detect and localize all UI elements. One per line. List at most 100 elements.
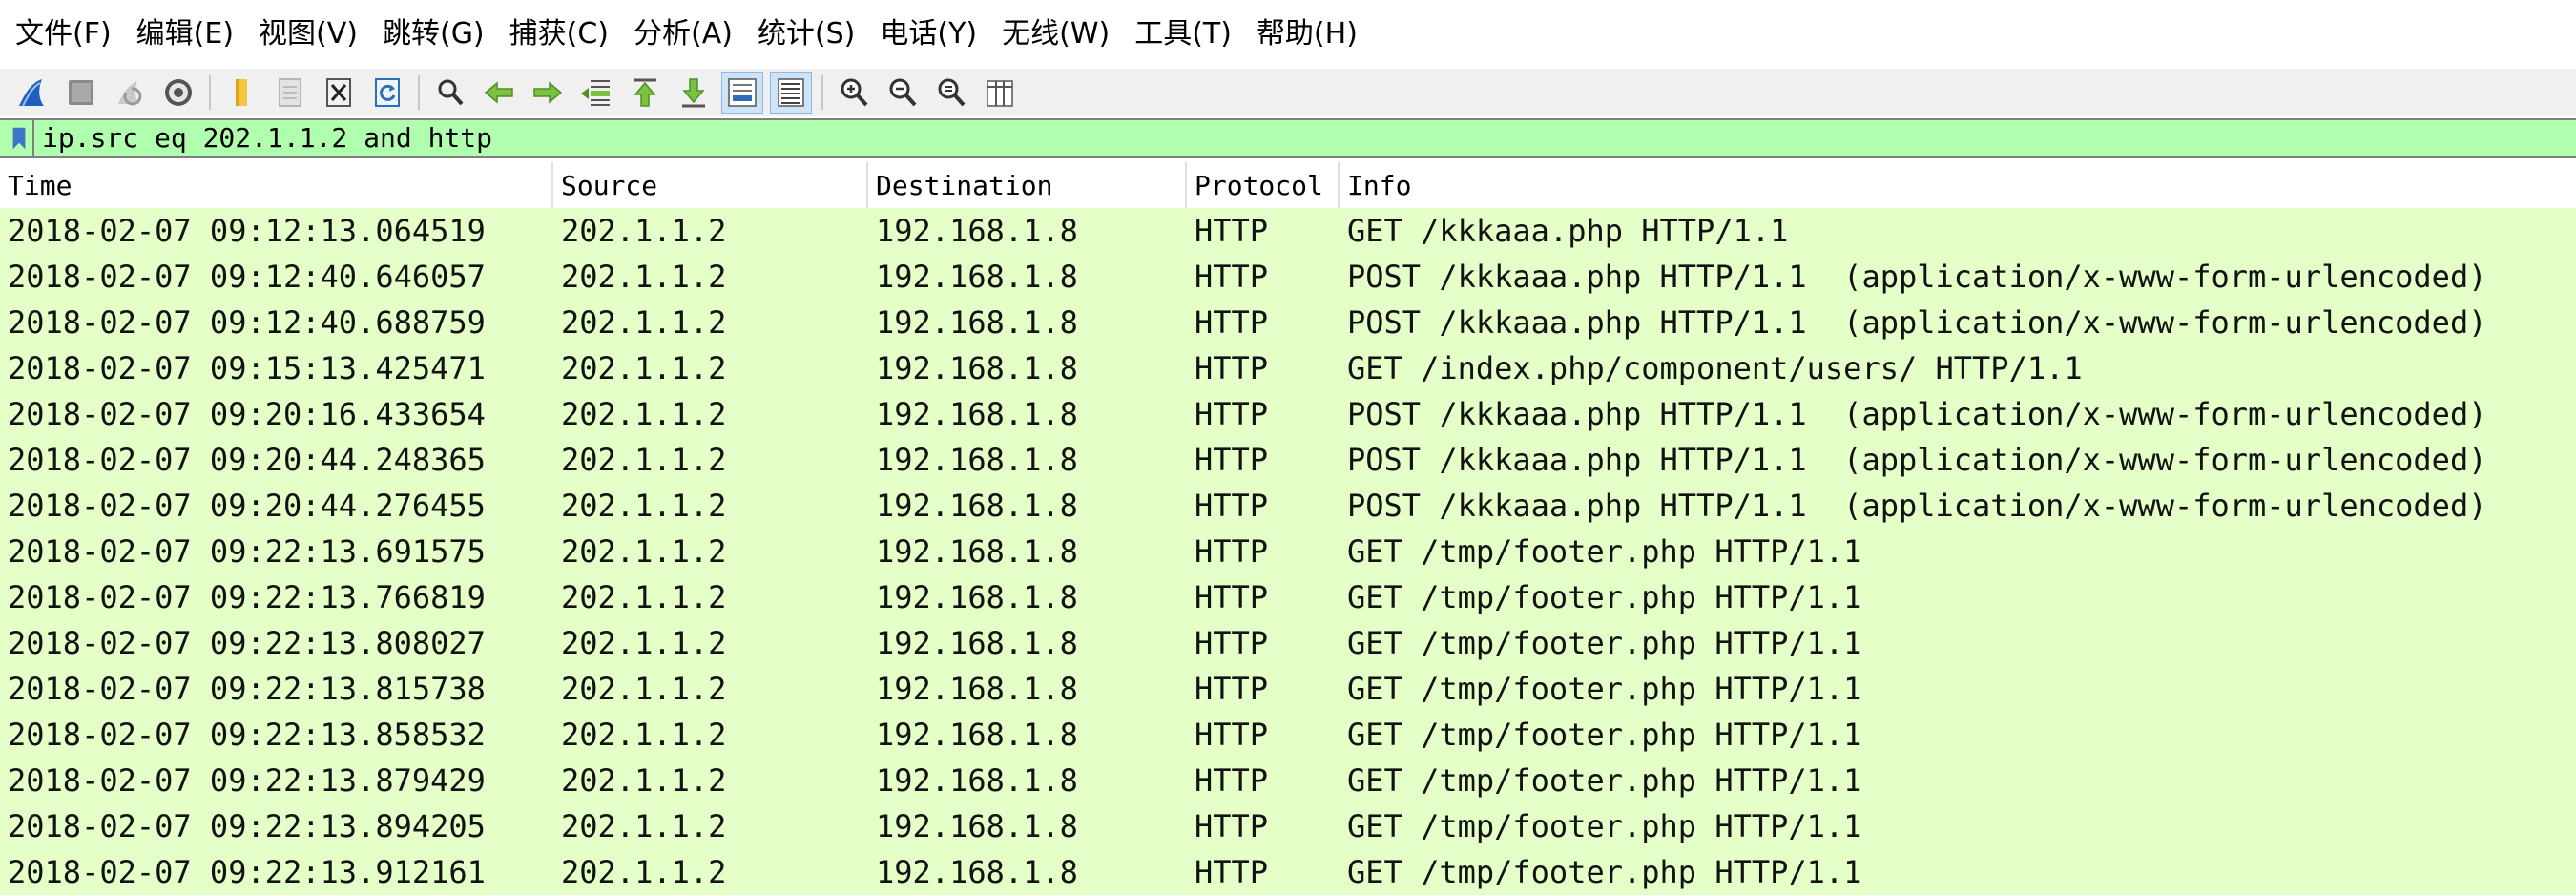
column-header-destination[interactable]: Destination — [868, 162, 1187, 208]
toolbar-separator — [418, 75, 420, 110]
menu-view[interactable]: 视图(V) — [247, 0, 371, 69]
packet-destination: 192.168.1.8 — [876, 488, 1078, 524]
packet-protocol: HTTP — [1195, 488, 1269, 524]
packet-protocol: HTTP — [1195, 213, 1269, 249]
menu-tools[interactable]: 工具(T) — [1123, 0, 1245, 69]
zoom-in-icon[interactable] — [833, 72, 875, 114]
stop-capture-icon[interactable] — [60, 72, 102, 114]
reload-file-icon[interactable] — [366, 72, 408, 114]
capture-options-icon[interactable] — [157, 72, 199, 114]
normal-size-icon[interactable] — [930, 72, 972, 114]
packet-row[interactable]: 2018-02-07 09:20:44.248365 202.1.1.2 192.1… — [0, 437, 2576, 483]
menu-statistics[interactable]: 统计(S) — [746, 0, 868, 69]
packet-destination: 192.168.1.8 — [876, 717, 1078, 753]
main-toolbar — [0, 69, 2576, 116]
menu-go[interactable]: 跳转(G) — [371, 0, 498, 69]
open-file-icon[interactable] — [220, 72, 262, 114]
packet-protocol: HTTP — [1195, 259, 1269, 295]
packet-protocol: HTTP — [1195, 533, 1269, 570]
packet-protocol: HTTP — [1195, 854, 1269, 890]
menu-wireless[interactable]: 无线(W) — [990, 0, 1123, 69]
menu-edit[interactable]: 编辑(E) — [125, 0, 247, 69]
packet-row[interactable]: 2018-02-07 09:22:13.766819 202.1.1.2 192.1… — [0, 574, 2576, 620]
toolbar-separator — [821, 75, 823, 110]
display-filter-input[interactable]: ip.src eq 202.1.1.2 and http — [34, 120, 492, 156]
zoom-out-icon[interactable] — [882, 72, 924, 114]
packet-info: GET /tmp/footer.php HTTP/1.1 — [1347, 854, 1862, 890]
packet-row[interactable]: 2018-02-07 09:12:40.688759 202.1.1.2 192.1… — [0, 300, 2576, 345]
packet-time: 2018-02-07 09:22:13.808027 — [8, 625, 486, 661]
packet-source: 202.1.1.2 — [561, 854, 727, 890]
auto-scroll-icon[interactable] — [721, 72, 763, 114]
display-filter-bar: ip.src eq 202.1.1.2 and http — [0, 118, 2576, 158]
packet-source: 202.1.1.2 — [561, 396, 727, 432]
packet-time: 2018-02-07 09:22:13.879429 — [8, 762, 486, 799]
packet-source: 202.1.1.2 — [561, 304, 727, 341]
packet-time: 2018-02-07 09:12:13.064519 — [8, 213, 486, 249]
packet-row[interactable]: 2018-02-07 09:15:13.425471 202.1.1.2 192.1… — [0, 345, 2576, 391]
packet-source: 202.1.1.2 — [561, 671, 727, 707]
packet-protocol: HTTP — [1195, 671, 1269, 707]
restart-capture-icon[interactable] — [109, 72, 151, 114]
go-to-packet-icon[interactable] — [575, 72, 617, 114]
menu-analyze[interactable]: 分析(A) — [622, 0, 746, 69]
save-file-icon[interactable] — [269, 72, 311, 114]
go-last-packet-icon[interactable] — [673, 72, 715, 114]
packet-protocol: HTTP — [1195, 762, 1269, 799]
packet-row[interactable]: 2018-02-07 09:20:16.433654 202.1.1.2 192.1… — [0, 391, 2576, 437]
packet-time: 2018-02-07 09:22:13.815738 — [8, 671, 486, 707]
packet-time: 2018-02-07 09:22:13.691575 — [8, 533, 486, 570]
packet-list-header: Time Source Destination Protocol Info — [0, 162, 2576, 209]
packet-info: GET /tmp/footer.php HTTP/1.1 — [1347, 533, 1862, 570]
packet-source: 202.1.1.2 — [561, 213, 727, 249]
bookmark-icon[interactable] — [6, 120, 34, 156]
packet-protocol: HTTP — [1195, 625, 1269, 661]
packet-row[interactable]: 2018-02-07 09:22:13.691575 202.1.1.2 192.1… — [0, 529, 2576, 574]
column-header-source[interactable]: Source — [553, 162, 868, 208]
close-file-icon[interactable] — [318, 72, 360, 114]
packet-info: GET /tmp/footer.php HTTP/1.1 — [1347, 717, 1862, 753]
packet-row[interactable]: 2018-02-07 09:22:13.858532 202.1.1.2 192.1… — [0, 712, 2576, 758]
wireshark-window: 文件(F) 编辑(E) 视图(V) 跳转(G) 捕获(C) 分析(A) 统计(S… — [0, 0, 2576, 895]
menu-bar: 文件(F) 编辑(E) 视图(V) 跳转(G) 捕获(C) 分析(A) 统计(S… — [0, 0, 2576, 69]
packet-destination: 192.168.1.8 — [876, 762, 1078, 799]
menu-help[interactable]: 帮助(H) — [1245, 0, 1371, 69]
packet-info: GET /tmp/footer.php HTTP/1.1 — [1347, 762, 1862, 799]
packet-info: GET /tmp/footer.php HTTP/1.1 — [1347, 579, 1862, 615]
packet-source: 202.1.1.2 — [561, 533, 727, 570]
column-header-protocol[interactable]: Protocol — [1187, 162, 1340, 208]
go-first-packet-icon[interactable] — [624, 72, 666, 114]
start-capture-icon[interactable] — [11, 72, 53, 114]
packet-info: POST /kkkaaa.php HTTP/1.1 (application/x… — [1347, 442, 2487, 478]
resize-columns-icon[interactable] — [979, 72, 1021, 114]
colorize-icon[interactable] — [770, 72, 812, 114]
column-header-info[interactable]: Info — [1340, 162, 2576, 208]
packet-row[interactable]: 2018-02-07 09:22:13.894205 202.1.1.2 192.1… — [0, 803, 2576, 849]
packet-time: 2018-02-07 09:15:13.425471 — [8, 350, 486, 386]
packet-info: POST /kkkaaa.php HTTP/1.1 (application/x… — [1347, 304, 2487, 341]
packet-time: 2018-02-07 09:22:13.894205 — [8, 808, 486, 844]
packet-destination: 192.168.1.8 — [876, 808, 1078, 844]
packet-row[interactable]: 2018-02-07 09:22:13.808027 202.1.1.2 192.1… — [0, 620, 2576, 666]
go-forward-icon[interactable] — [527, 72, 569, 114]
go-back-icon[interactable] — [478, 72, 520, 114]
packet-source: 202.1.1.2 — [561, 488, 727, 524]
find-packet-icon[interactable] — [429, 72, 471, 114]
packet-info: GET /tmp/footer.php HTTP/1.1 — [1347, 625, 1862, 661]
packet-info: POST /kkkaaa.php HTTP/1.1 (application/x… — [1347, 488, 2487, 524]
packet-row[interactable]: 2018-02-07 09:20:44.276455 202.1.1.2 192.1… — [0, 483, 2576, 529]
packet-protocol: HTTP — [1195, 442, 1269, 478]
packet-row[interactable]: 2018-02-07 09:22:13.912161 202.1.1.2 192.1… — [0, 849, 2576, 895]
packet-source: 202.1.1.2 — [561, 579, 727, 615]
packet-source: 202.1.1.2 — [561, 259, 727, 295]
packet-protocol: HTTP — [1195, 808, 1269, 844]
menu-file[interactable]: 文件(F) — [4, 0, 125, 69]
packet-row[interactable]: 2018-02-07 09:12:40.646057 202.1.1.2 192.1… — [0, 254, 2576, 300]
menu-capture[interactable]: 捕获(C) — [498, 0, 622, 69]
column-header-time[interactable]: Time — [0, 162, 553, 208]
packet-row[interactable]: 2018-02-07 09:22:13.879429 202.1.1.2 192.1… — [0, 758, 2576, 803]
packet-row[interactable]: 2018-02-07 09:22:13.815738 202.1.1.2 192.1… — [0, 666, 2576, 712]
packet-time: 2018-02-07 09:22:13.766819 — [8, 579, 486, 615]
menu-telephony[interactable]: 电话(Y) — [868, 0, 990, 69]
packet-row[interactable]: 2018-02-07 09:12:13.064519 202.1.1.2 192.1… — [0, 208, 2576, 254]
